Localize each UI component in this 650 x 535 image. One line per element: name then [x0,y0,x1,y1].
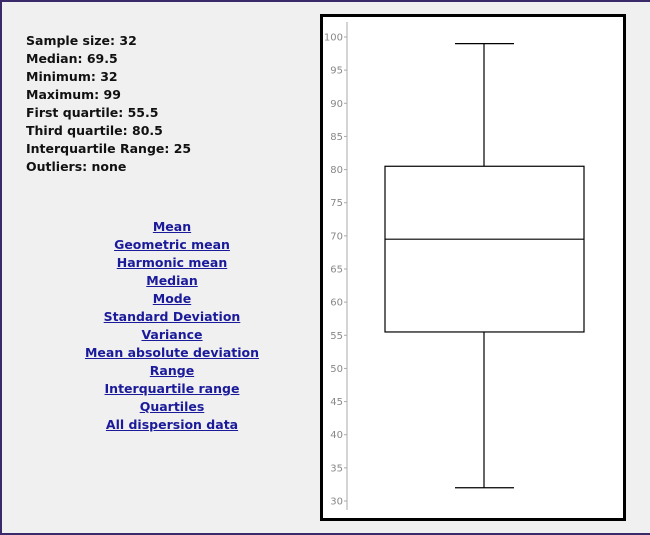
y-tick-label: 95 [330,66,343,77]
y-tick-label: 50 [330,364,343,375]
y-tick-label: 80 [330,165,343,176]
y-tick-label: 85 [330,132,343,143]
y-tick-label: 30 [330,497,343,508]
y-tick-label: 65 [330,265,343,276]
y-tick-label: 90 [330,99,343,110]
y-tick-label: 75 [330,198,343,209]
y-tick-label: 35 [330,463,343,474]
iqr-box [384,165,585,333]
box-plot: 30 35 40 45 50 55 60 65 70 75 80 85 90 95 100 [324,22,585,510]
y-tick-label: 60 [330,298,343,309]
y-tick-label: 70 [330,231,343,242]
y-tick-label: 45 [330,397,343,408]
y-tick-label: 55 [330,331,343,342]
y-tick-label: 40 [330,430,343,441]
y-tick-label: 100 [324,33,343,44]
